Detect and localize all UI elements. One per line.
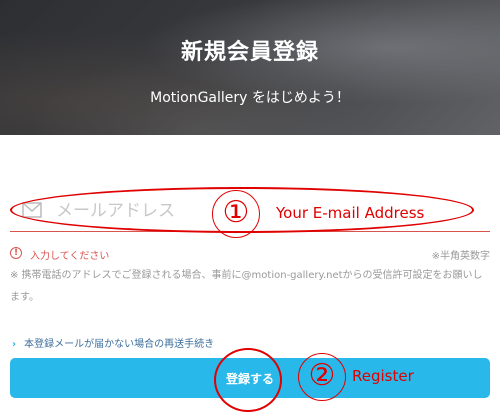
resend-link[interactable]: › 本登録メールが届かない場合の再送手続き	[12, 335, 214, 350]
hero-overlay	[0, 0, 500, 135]
resend-link-label: 本登録メールが届かない場合の再送手続き	[24, 339, 215, 350]
email-note: ※ 携帯電話のアドレスでご登録される場合、事前に@motion-gallery.…	[10, 270, 483, 303]
exclamation-circle-icon: !	[10, 247, 22, 259]
chevron-right-icon: ›	[12, 339, 17, 350]
input-hint: ※半角英数字	[431, 251, 490, 262]
annotation-label-register: Register	[352, 367, 414, 385]
page-title: 新規会員登録	[180, 40, 319, 65]
annotation-label-email: Your E-mail Address	[276, 204, 425, 222]
annotation-marker-1: ①	[212, 190, 260, 238]
error-row: ! 入力してください ※半角英数字	[10, 247, 490, 263]
hero-banner: 新規会員登録 MotionGallery をはじめよう！	[0, 0, 500, 135]
error-message: 入力してください	[30, 251, 110, 262]
annotation-marker-2: ②	[298, 353, 346, 401]
page-subtitle: MotionGallery をはじめよう！	[150, 90, 350, 106]
annotation-circle-register	[214, 348, 282, 412]
